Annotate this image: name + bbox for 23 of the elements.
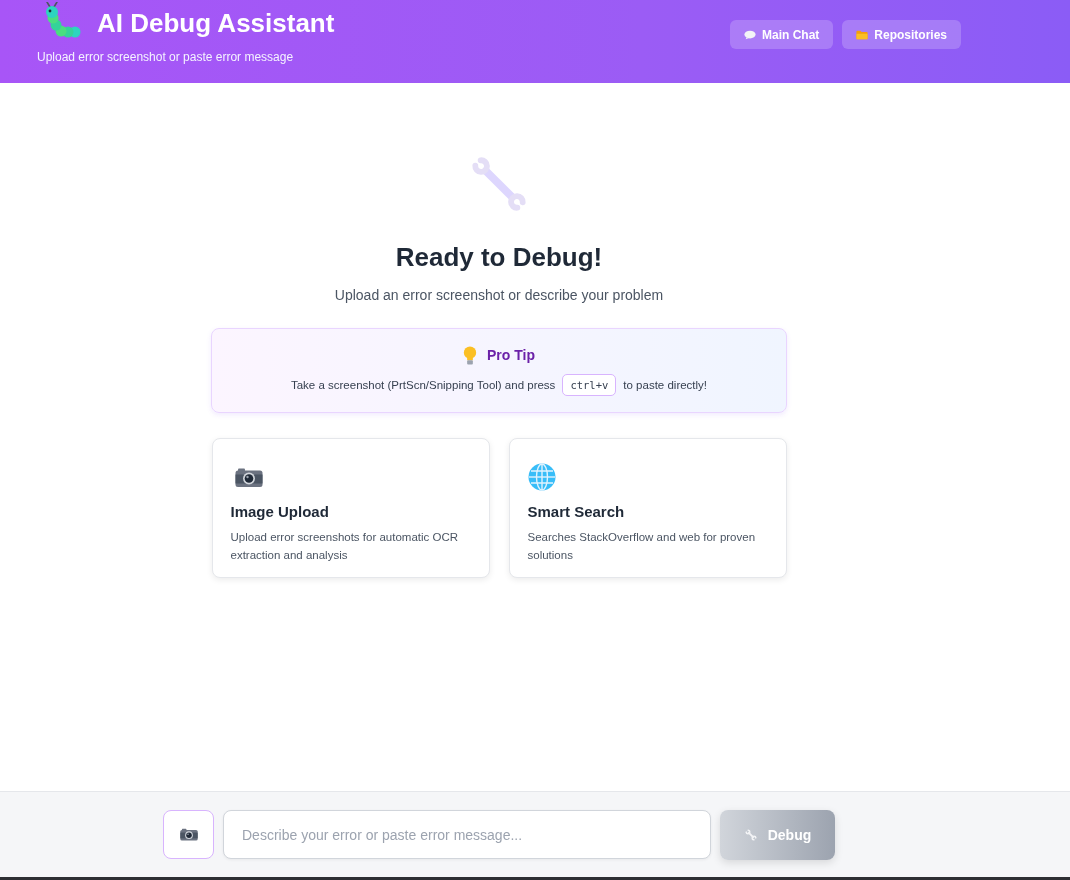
wrench-icon [743, 828, 758, 842]
nav-button[interactable]: Main Chat [729, 20, 834, 49]
welcome-subtitle: Upload an error screenshot or describe your problem [334, 287, 664, 303]
attach-image-button[interactable] [163, 810, 214, 859]
keyboard-shortcut: ctrl+v [562, 373, 617, 396]
globe-icon [527, 463, 556, 491]
pro-tip-title: Pro Tip [487, 347, 535, 363]
feature-description: Upload error screenshots for automatic OCR extraction and analysis [230, 530, 460, 563]
feature-description: Searches StackOverflow and web for proven solutions [527, 530, 757, 563]
tip-text: to paste directly! [623, 378, 708, 391]
feature-title: Image Upload [230, 503, 329, 520]
welcome-title: Ready to Debug! [395, 242, 603, 273]
nav-button[interactable]: Repositories [842, 20, 961, 49]
camera-icon [179, 828, 198, 841]
feature-title: Smart Search [527, 503, 625, 520]
lightbulb-icon [463, 345, 477, 365]
tip-text: Take a screenshot (PrtScn/Snipping Tool) and press [290, 378, 556, 391]
folder-icon [856, 29, 869, 40]
app-subtitle: Upload error screenshot or paste error message [37, 50, 295, 64]
speech-bubble-icon [743, 29, 756, 40]
camera-icon [234, 467, 263, 488]
app-title: AI Debug Assistant [97, 7, 335, 39]
message-input[interactable]: Describe your error or paste error message... [223, 810, 711, 859]
